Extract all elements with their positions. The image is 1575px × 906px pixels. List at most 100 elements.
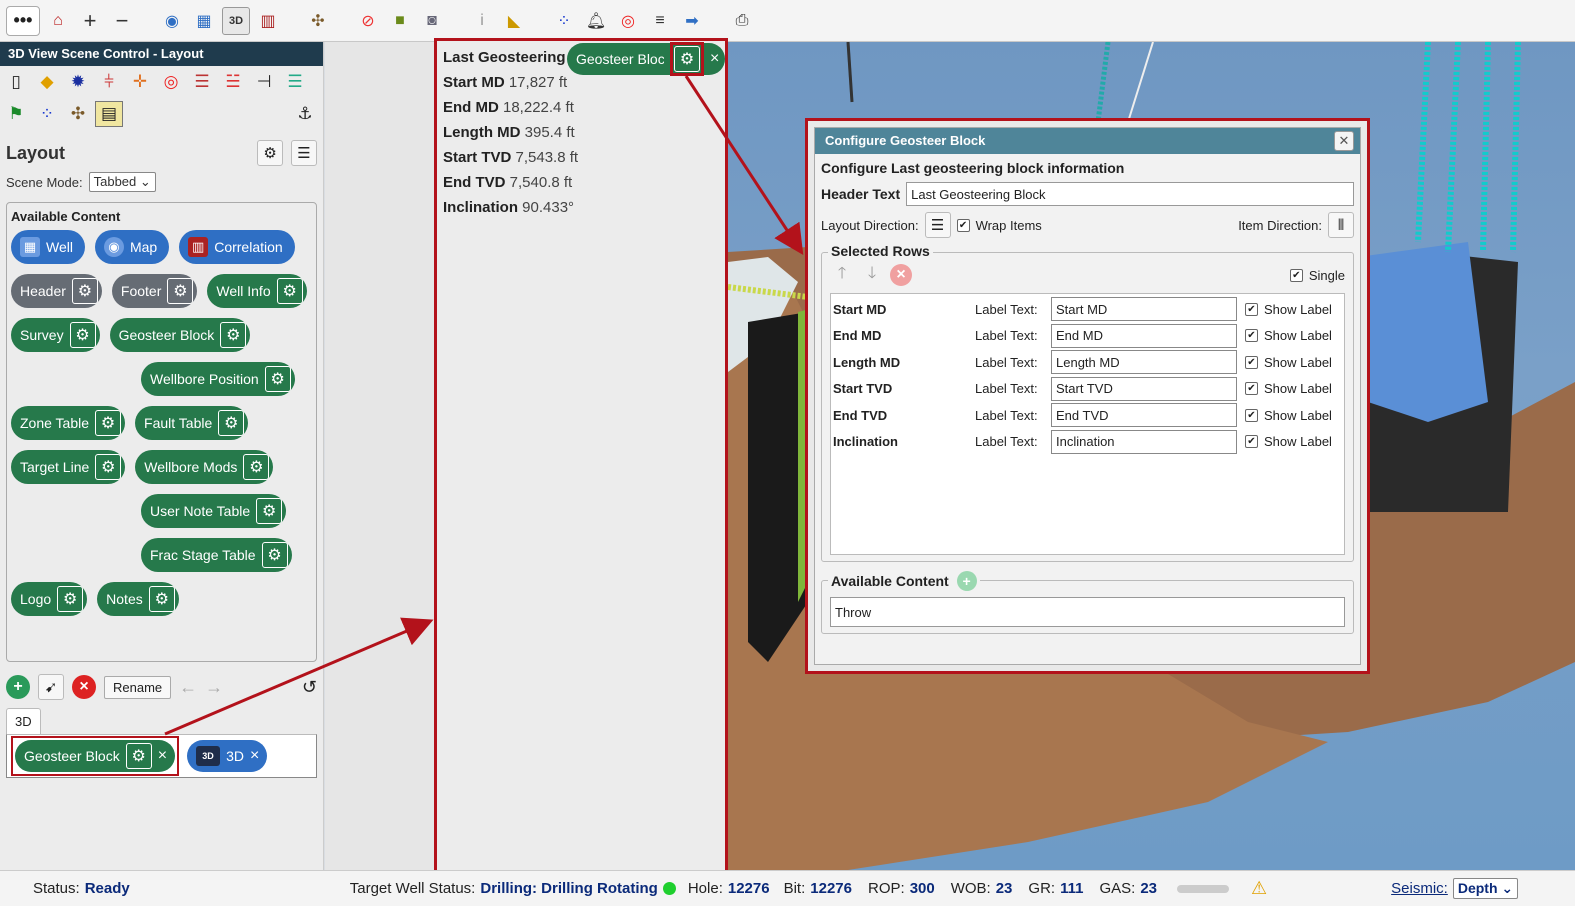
gear-icon[interactable]: ⚙ (256, 498, 283, 524)
used-3d-view[interactable]: 3D 3D × (187, 740, 268, 772)
progress-slider[interactable] (1177, 884, 1229, 893)
alarm-icon[interactable]: 🔔︎ (582, 7, 610, 35)
gear-icon[interactable]: ⚙ (674, 46, 700, 72)
list-icon[interactable]: ☰ (291, 140, 317, 166)
label-text-input[interactable]: Length MD (1051, 350, 1237, 375)
flag-stripes-icon[interactable]: ☱ (219, 69, 247, 95)
show-label-checkbox[interactable]: ✔ (1245, 329, 1258, 343)
cross-icon[interactable]: ✛ (126, 69, 154, 95)
label-text-input[interactable]: End TVD (1051, 403, 1237, 428)
move-up-icon[interactable]: 🡑 (830, 263, 854, 287)
move-down-icon[interactable]: 🡓 (860, 263, 884, 287)
wells-icon[interactable]: ⁘ (550, 7, 578, 35)
gear-icon[interactable]: ⚙ (276, 278, 303, 304)
chip-zone-table[interactable]: Zone Table ⚙ (11, 406, 126, 440)
gear-icon[interactable]: ⚙ (148, 586, 175, 612)
label-text-input[interactable]: Start TVD (1051, 376, 1237, 401)
close-icon[interactable]: × (250, 747, 259, 765)
chip-well[interactable]: ▦ Well (11, 230, 85, 264)
show-label-checkbox[interactable]: ✔ (1245, 382, 1258, 396)
show-label-checkbox[interactable]: ✔ (1245, 355, 1258, 369)
label-text-input[interactable]: Start MD (1051, 297, 1237, 322)
chip-wellbore-position[interactable]: Wellbore Position ⚙ (141, 362, 295, 396)
gear-icon[interactable]: ⚙ (57, 586, 84, 612)
anchor-icon[interactable]: ⚓︎ (291, 101, 319, 127)
gear-icon[interactable]: ⚙ (220, 322, 247, 348)
gear-icon[interactable]: ⚙ (95, 410, 122, 436)
rocket-icon[interactable]: ➹ (38, 674, 64, 700)
geosteer-block-pill[interactable]: Geosteer Block ⚙ × (567, 42, 725, 76)
chip-wellbore-mods[interactable]: Wellbore Mods ⚙ (135, 450, 274, 484)
correlation-icon[interactable]: ▥ (254, 7, 282, 35)
target-red-icon[interactable]: ◎ (157, 69, 185, 95)
scene-mode-select[interactable]: Tabbed ⌄ (88, 172, 156, 192)
show-label-checkbox[interactable]: ✔ (1245, 302, 1258, 316)
chip-header[interactable]: Header ⚙ (11, 274, 102, 308)
layers-icon[interactable]: ◆ (33, 69, 61, 95)
gear-icon[interactable]: ⚙ (71, 278, 98, 304)
available-item[interactable]: Throw (830, 597, 1345, 627)
zoom-in-icon[interactable]: + (76, 7, 104, 35)
horizons-icon[interactable]: ☰ (281, 69, 309, 95)
show-label-checkbox[interactable]: ✔ (1245, 408, 1258, 422)
close-icon[interactable]: ✕ (1334, 131, 1354, 151)
delete-icon[interactable]: × (72, 675, 96, 699)
fault-icon[interactable]: ⊣ (250, 69, 278, 95)
cube-icon[interactable]: ■ (386, 7, 414, 35)
gear-icon[interactable]: ⚙ (69, 322, 96, 348)
gear-icon[interactable]: ⚙ (95, 454, 122, 480)
chip-logo[interactable]: Logo ⚙ (11, 582, 88, 616)
label-text-input[interactable]: Inclination (1051, 429, 1237, 454)
gear-icon[interactable]: ⚙ (261, 542, 288, 568)
seismic-link[interactable]: Seismic: (1391, 880, 1448, 897)
bullseye-icon[interactable]: ◎ (614, 7, 642, 35)
gear-icon[interactable]: ⚙ (264, 366, 291, 392)
dialog-title-bar[interactable]: Configure Geosteer Block ✕ (815, 128, 1360, 154)
remove-icon[interactable]: × (890, 264, 912, 286)
chip-notes[interactable]: Notes ⚙ (97, 582, 179, 616)
zoom-out-icon[interactable]: − (108, 7, 136, 35)
reset-icon[interactable]: ↺ (302, 677, 317, 698)
chip-target-line[interactable]: Target Line ⚙ (11, 450, 126, 484)
more-icon[interactable]: ••• (6, 5, 40, 36)
target-icon[interactable]: ⊘ (354, 7, 382, 35)
scene-icon[interactable]: ✣ (304, 7, 332, 35)
warning-icon[interactable]: ⚠ (1251, 878, 1267, 899)
print-icon[interactable]: ⎙ (728, 7, 756, 35)
chip-well-info[interactable]: Well Info ⚙ (207, 274, 307, 308)
label-text-input[interactable]: End MD (1051, 323, 1237, 348)
grid-icon[interactable]: ▦ (190, 7, 218, 35)
gear-icon[interactable]: ⚙ (125, 743, 152, 769)
home-icon[interactable]: ⌂ (44, 7, 72, 35)
used-geosteer-block[interactable]: Geosteer Block ⚙ × (15, 740, 176, 772)
lines-icon[interactable]: ≡ (646, 7, 674, 35)
export-icon[interactable]: ➡ (678, 7, 706, 35)
chip-map[interactable]: ◉ Map (94, 230, 170, 264)
3d-view-icon[interactable]: 3D (222, 6, 250, 35)
gear-blue-icon[interactable]: ✹ (64, 69, 92, 95)
gear-icon[interactable]: ⚙ (218, 410, 245, 436)
compass-icon[interactable]: ◉ (158, 7, 186, 35)
chip-footer[interactable]: Footer ⚙ (111, 274, 198, 308)
gear-icon[interactable]: ⚙ (167, 278, 194, 304)
flag-green-icon[interactable]: ⚑ (2, 101, 30, 127)
seismic-select[interactable]: Depth ⌄ (1452, 878, 1519, 899)
close-icon[interactable]: × (158, 747, 171, 765)
chip-frac-stage-table[interactable]: Frac Stage Table ⚙ (141, 538, 292, 572)
add-icon[interactable]: + (956, 571, 977, 591)
gear-icon[interactable]: ⚙ (243, 454, 270, 480)
well-path-icon[interactable]: ⫩ (95, 69, 123, 95)
chip-survey[interactable]: Survey ⚙ (11, 318, 100, 352)
rename-button[interactable]: Rename (104, 675, 172, 699)
strata-icon[interactable]: ☰ (188, 69, 216, 95)
chip-fault-table[interactable]: Fault Table ⚙ (135, 406, 249, 440)
camera-icon[interactable]: ◙ (418, 7, 446, 35)
layout-icon[interactable]: ▤ (95, 101, 123, 127)
show-label-checkbox[interactable]: ✔ (1245, 435, 1258, 449)
wrap-items-checkbox[interactable]: ✔ (956, 218, 970, 232)
header-text-input[interactable]: Last Geosteering Block (906, 182, 1354, 206)
ruler-icon[interactable]: ◣ (500, 7, 528, 35)
chip-geosteer-block[interactable]: Geosteer Block ⚙ (109, 318, 251, 352)
chip-user-note-table[interactable]: User Note Table ⚙ (141, 494, 287, 528)
single-checkbox[interactable]: ✔ (1289, 268, 1303, 282)
